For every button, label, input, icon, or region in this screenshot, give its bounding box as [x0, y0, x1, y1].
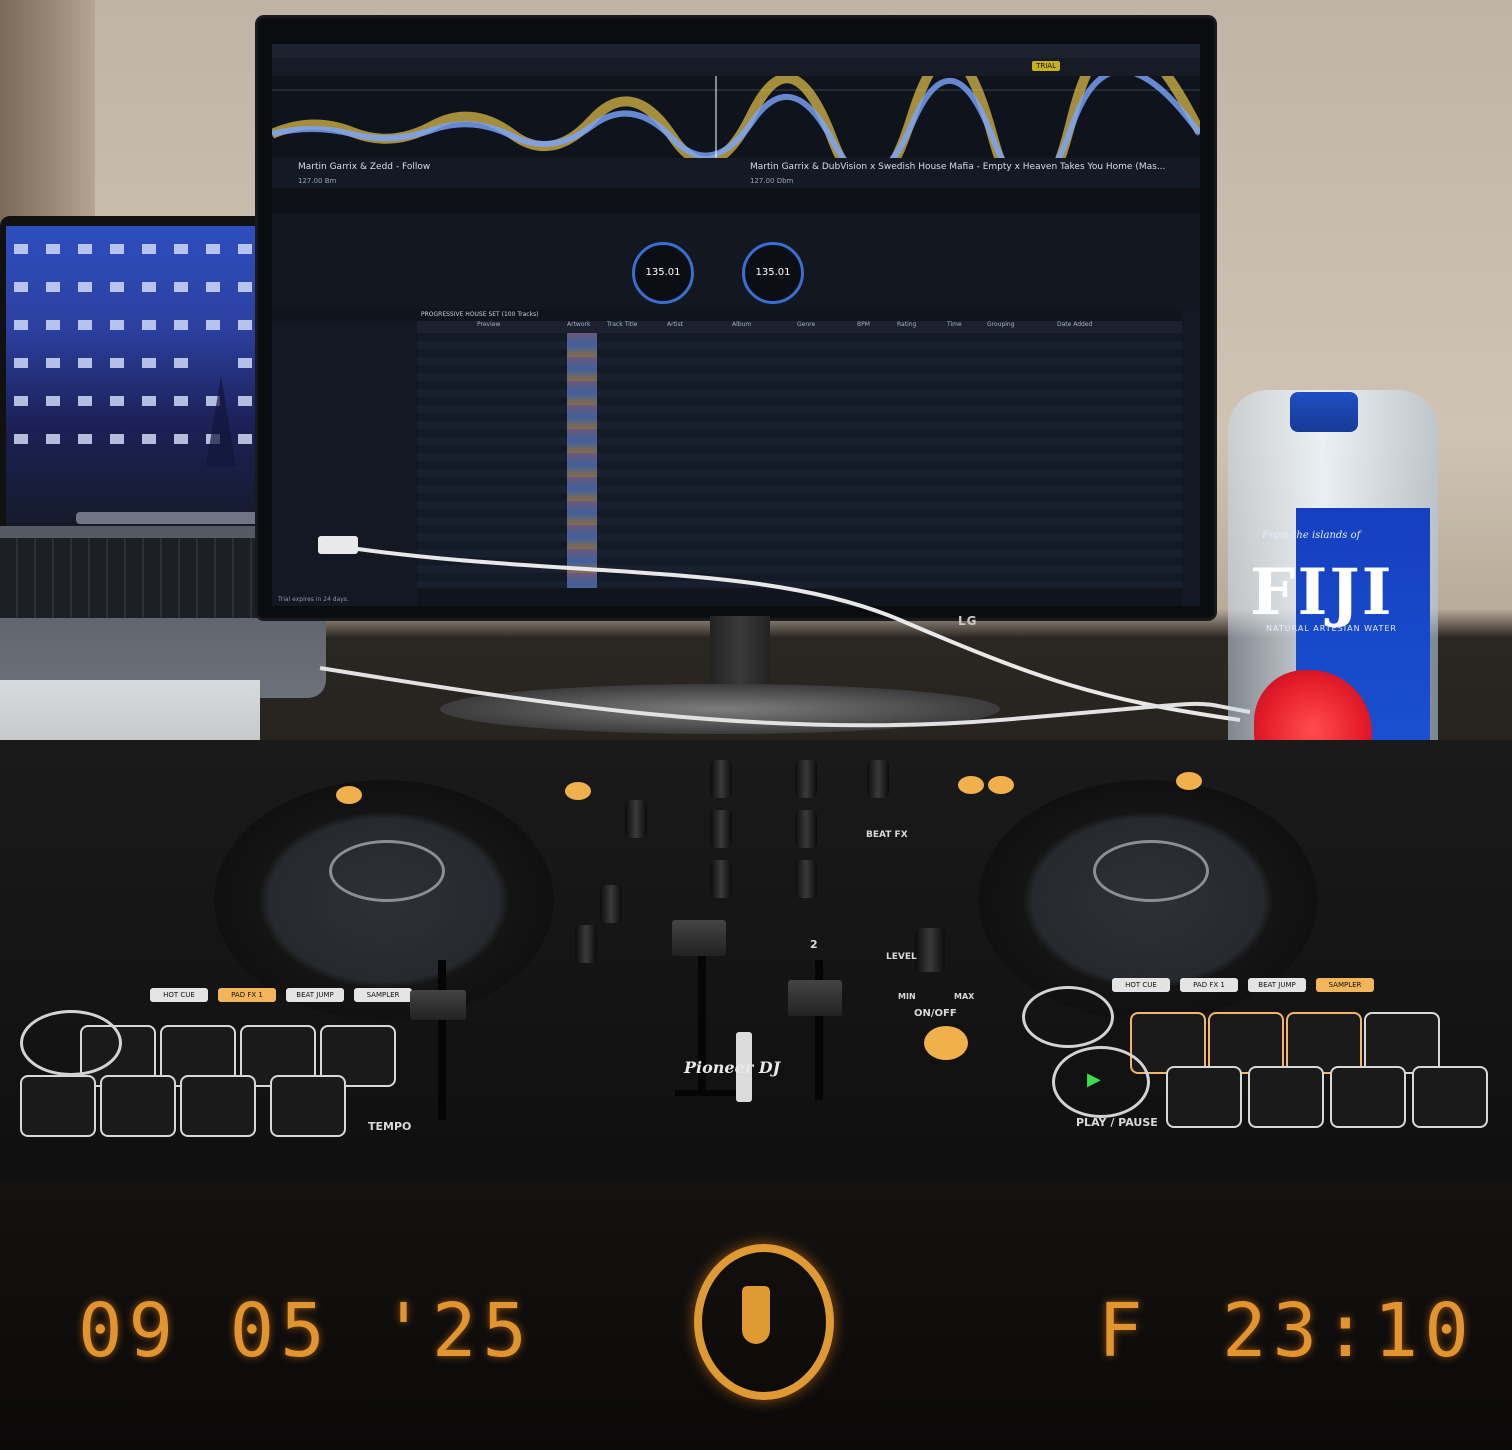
right-pad-3[interactable] — [1286, 1012, 1362, 1074]
photo-scene: TRIAL Martin Garrix & Zedd - Follow 127.… — [0, 0, 1512, 1450]
crossfader-track — [675, 1090, 745, 1096]
bottle-subtitle: NATURAL ARTESIAN WATER — [1266, 624, 1397, 633]
right-beat-jump-button[interactable]: BEAT JUMP — [1248, 978, 1306, 992]
right-pad-fx-button[interactable]: PAD FX 1 — [1180, 978, 1238, 992]
stamp-day: F — [1098, 1288, 1149, 1374]
left-pad-7[interactable] — [180, 1075, 256, 1137]
right-sampler-button[interactable]: SAMPLER — [1316, 978, 1374, 992]
deck-2-hi-eq-knob[interactable] — [795, 810, 817, 848]
bottle-script-text: From the islands of — [1262, 530, 1361, 541]
controller-brand: Pioneer DJ — [684, 1058, 781, 1077]
deck-1-channel-fader[interactable] — [672, 920, 726, 956]
left-load-button[interactable] — [336, 786, 362, 804]
right-jog-ring-icon — [1093, 840, 1209, 902]
headphone-level-knob[interactable] — [575, 925, 597, 963]
left-sampler-button[interactable]: SAMPLER — [354, 988, 412, 1002]
left-tempo-fader[interactable] — [410, 990, 466, 1020]
left-hot-cue-button[interactable]: HOT CUE — [150, 988, 208, 1002]
left-cue-button-small[interactable] — [565, 782, 591, 800]
left-pad-5[interactable] — [20, 1075, 96, 1137]
left-tempo-fader-track — [438, 960, 446, 1120]
play-pause-button[interactable]: ▶ — [1052, 1046, 1150, 1118]
headphone-mix-knob[interactable] — [600, 885, 622, 923]
deck-1-trim-knob[interactable] — [710, 760, 732, 798]
level-depth-knob[interactable] — [915, 928, 945, 972]
right-pad-8[interactable] — [1412, 1066, 1488, 1128]
beat-fx-select-knob[interactable] — [867, 760, 889, 798]
right-hot-cue-button[interactable]: HOT CUE — [1112, 978, 1170, 992]
max-label: MAX — [954, 992, 975, 1001]
right-pad-7[interactable] — [1330, 1066, 1406, 1128]
left-beat-jump-button[interactable]: BEAT JUMP — [286, 988, 344, 1002]
right-cue-button[interactable] — [1022, 986, 1114, 1048]
left-pad-fx-button[interactable]: PAD FX 1 — [218, 988, 276, 1002]
bottle-brand: FIJI — [1250, 555, 1394, 630]
right-pad-2[interactable] — [1208, 1012, 1284, 1074]
stamp-time: 23:10 — [1222, 1288, 1475, 1374]
master-level-knob[interactable] — [625, 800, 647, 838]
left-pad-6[interactable] — [100, 1075, 176, 1137]
right-pad-5[interactable] — [1166, 1066, 1242, 1128]
beat-fx-on-off-button[interactable] — [924, 1026, 968, 1060]
deck-2-low-eq-knob[interactable] — [795, 860, 817, 898]
bottle-cap — [1290, 392, 1358, 432]
left-jog-wheel[interactable] — [214, 780, 554, 1020]
stamp-logo-mark-icon — [742, 1286, 770, 1344]
left-cue-button[interactable] — [20, 1010, 122, 1076]
on-off-label: ON/OFF — [914, 1008, 957, 1019]
right-pad-4[interactable] — [1364, 1012, 1440, 1074]
dj-controller: HOT CUE PAD FX 1 BEAT JUMP SAMPLER HOT C… — [0, 740, 1512, 1200]
left-jog-ring-icon — [329, 840, 445, 902]
right-pad-6[interactable] — [1248, 1066, 1324, 1128]
deck-2-channel-fader[interactable] — [788, 980, 842, 1016]
play-pause-label: PLAY / PAUSE — [1076, 1116, 1158, 1129]
beat-fx-label: BEAT FX — [866, 830, 908, 840]
deck-2-trim-knob[interactable] — [795, 760, 817, 798]
deck-1-hi-eq-knob[interactable] — [710, 810, 732, 848]
play-icon: ▶ — [1087, 1069, 1101, 1090]
min-label: MIN — [898, 992, 916, 1001]
right-master-button[interactable] — [988, 776, 1014, 794]
channel-2-label: 2 — [810, 938, 818, 951]
deck-1-low-eq-knob[interactable] — [710, 860, 732, 898]
stamp-date: 09 05 '25 — [78, 1288, 533, 1374]
level-label: LEVEL — [886, 952, 917, 962]
left-pad-8[interactable] — [270, 1075, 346, 1137]
tempo-label: TEMPO — [368, 1120, 412, 1133]
right-load-button[interactable] — [1176, 772, 1202, 790]
right-sync-button[interactable] — [958, 776, 984, 794]
